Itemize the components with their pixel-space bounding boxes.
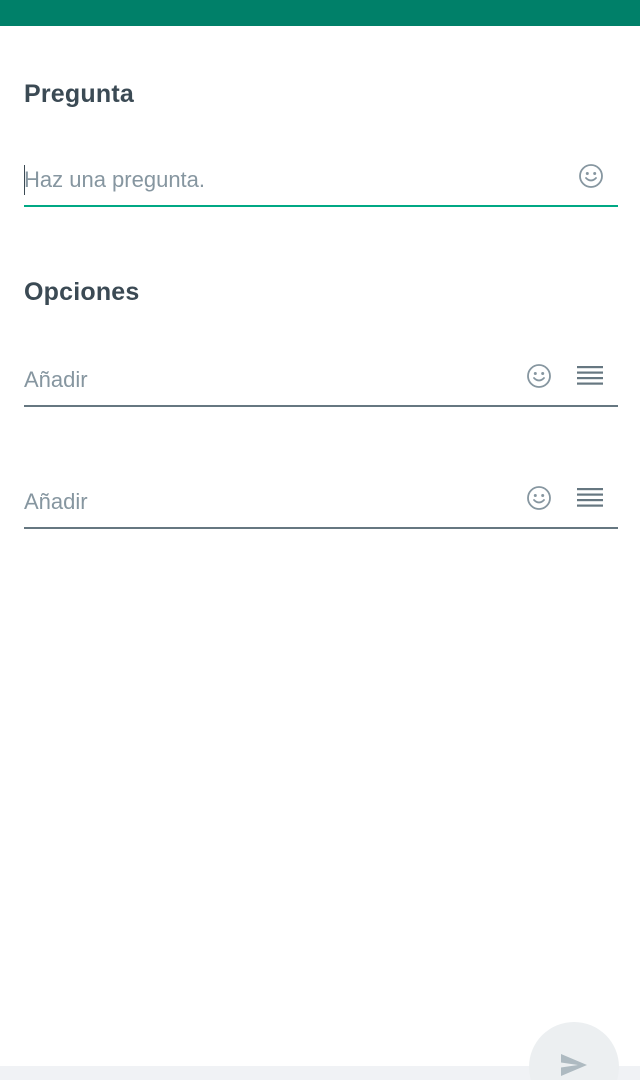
header-bar xyxy=(0,0,640,26)
options-section-title: Opciones xyxy=(24,278,140,306)
emoji-icon[interactable] xyxy=(576,161,606,191)
emoji-icon[interactable] xyxy=(524,483,554,513)
question-field xyxy=(24,155,618,207)
send-button[interactable] xyxy=(529,1022,619,1080)
question-section-title: Pregunta xyxy=(24,80,134,108)
option-field-2 xyxy=(24,477,618,529)
question-input[interactable] xyxy=(24,161,504,199)
option-field-1 xyxy=(24,355,618,407)
poll-creator-page: Pregunta Opciones xyxy=(0,0,640,1080)
send-icon xyxy=(561,1054,587,1076)
drag-handle-icon[interactable] xyxy=(575,361,605,391)
drag-handle-icon[interactable] xyxy=(575,483,605,513)
option-input-1[interactable] xyxy=(24,361,504,399)
option-input-2[interactable] xyxy=(24,483,504,521)
emoji-icon[interactable] xyxy=(524,361,554,391)
